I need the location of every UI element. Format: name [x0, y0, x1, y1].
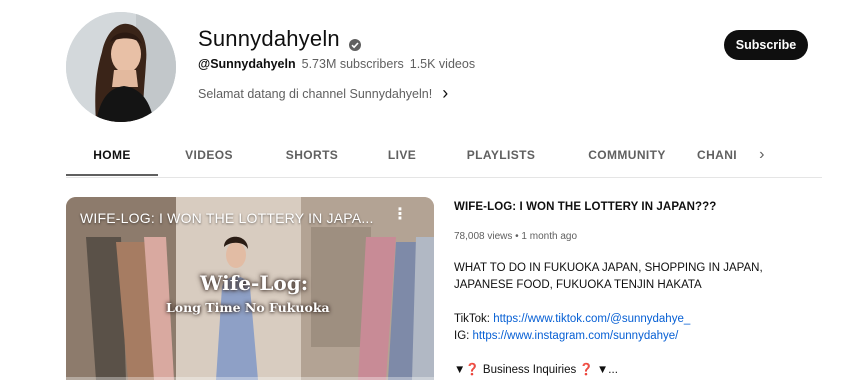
featured-video-title[interactable]: WIFE-LOG: I WON THE LOTTERY IN JAPAN???: [454, 201, 716, 213]
instagram-label: IG:: [454, 330, 473, 342]
instagram-link[interactable]: https://www.instagram.com/sunnydahye/: [473, 330, 679, 342]
description-line: JAPANESE FOOD, FUKUOKA TENJIN HAKATA: [454, 279, 702, 291]
tab-live[interactable]: LIVE: [365, 134, 439, 176]
channel-name: Sunnydahyeln: [198, 26, 362, 52]
channel-avatar[interactable]: [66, 12, 176, 122]
tab-shorts[interactable]: SHORTS: [267, 134, 357, 176]
thumbnail-title: WIFE-LOG: I WON THE LOTTERY IN JAPA...: [80, 210, 374, 226]
thumbnail-caption-main: Wife-Log:: [200, 271, 309, 295]
tiktok-label: TikTok:: [454, 313, 494, 325]
featured-video-thumbnail[interactable]: WIFE-LOG: I WON THE LOTTERY IN JAPA... ⋮…: [66, 197, 434, 380]
tab-videos[interactable]: VIDEOS: [163, 134, 255, 176]
business-inquiries: ▼❓ Business Inquiries ❓ ▼...: [454, 364, 618, 376]
tab-playlists[interactable]: PLAYLISTS: [445, 134, 557, 176]
tagline-text: Selamat datang di channel Sunnydahyeln!: [198, 86, 433, 101]
tabs-divider: [66, 177, 822, 178]
featured-video-description: WHAT TO DO IN FUKUOKA JAPAN, SHOPPING IN…: [454, 260, 794, 379]
channel-handle: @Sunnydahyeln: [198, 57, 296, 71]
thumbnail-caption-sub: Long Time No Fukuoka: [166, 300, 330, 315]
channel-tagline[interactable]: Selamat datang di channel Sunnydahyeln! …: [198, 83, 448, 104]
channel-meta: @Sunnydahyeln 5.73M subscribers 1.5K vid…: [198, 57, 475, 71]
chevron-right-icon: ›: [442, 83, 449, 103]
tiktok-link[interactable]: https://www.tiktok.com/@sunnydahye_: [493, 313, 690, 325]
channel-name-text: Sunnydahyeln: [198, 26, 340, 51]
tab-home[interactable]: HOME: [66, 134, 158, 176]
video-count: 1.5K videos: [409, 57, 476, 71]
featured-video-stats: 78,008 views • 1 month ago: [454, 231, 578, 242]
tab-channels[interactable]: CHANI: [697, 134, 745, 176]
more-options-icon[interactable]: ⋮: [392, 207, 408, 223]
subscriber-count: 5.73M subscribers: [301, 57, 404, 71]
channel-tabs: HOME VIDEOS SHORTS LIVE PLAYLISTS COMMUN…: [66, 134, 822, 176]
tabs-scroll-right-icon[interactable]: ›: [747, 134, 777, 176]
verified-badge-icon: [348, 32, 362, 51]
description-line: WHAT TO DO IN FUKUOKA JAPAN, SHOPPING IN…: [454, 262, 763, 274]
subscribe-button[interactable]: Subscribe: [724, 30, 808, 60]
instagram-line: IG: https://www.instagram.com/sunnydahye…: [454, 328, 794, 345]
tab-community[interactable]: COMMUNITY: [565, 134, 689, 176]
tiktok-line: TikTok: https://www.tiktok.com/@sunnydah…: [454, 311, 794, 328]
